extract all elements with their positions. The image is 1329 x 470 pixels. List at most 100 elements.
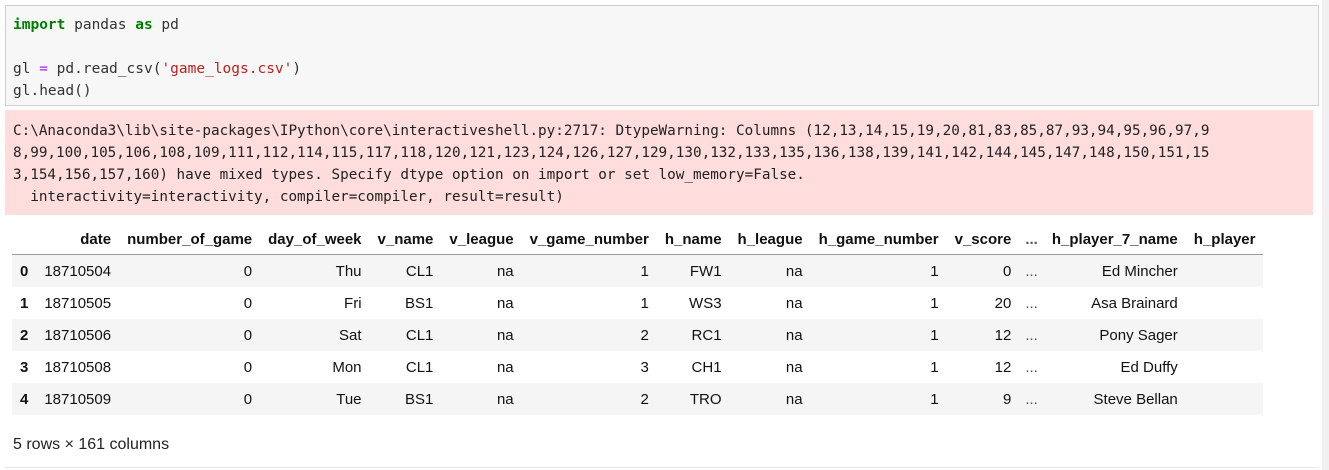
table-row: 4 18710509 0 Tue BS1 na 2 TRO na 1 9 ...… [12,383,1264,415]
table-cell: Ed Duffy [1120,358,1178,376]
column-header-ellipsis: ... [1019,224,1044,255]
table-cell: Asa Brainard [1091,294,1178,312]
table-cell: na [785,294,803,312]
dtype-warning-output: C:\Anaconda3\lib\site-packages\IPython\c… [5,110,1313,215]
table-cell: 1 [930,358,939,376]
table-cell: na [496,326,514,344]
table-cell: BS1 [405,390,434,408]
table-cell: CH1 [691,358,722,376]
vertical-scrollbar[interactable] [1322,0,1329,470]
table-cell: na [785,326,803,344]
dataframe-output: date number_of_game day_of_week v_name v… [12,224,1313,416]
table-cell: WS3 [689,294,722,312]
column-header: v_name [369,224,442,255]
table-cell: 1 [640,262,649,280]
table-cell [1186,319,1264,351]
table-header-row: date number_of_game day_of_week v_name v… [12,224,1264,255]
table-cell: 1 [930,262,939,280]
index-header [12,224,37,255]
table-cell: 18710504 [44,262,112,280]
column-header: v_league [441,224,522,255]
table-cell: Fri [344,294,362,312]
table-cell-ellipsis: ... [1025,326,1038,344]
table-cell: 1 [930,390,939,408]
table-cell: 0 [243,390,253,408]
table-cell: na [496,294,514,312]
table-cell: 18710505 [44,294,112,312]
table-cell: na [785,262,803,280]
table-cell: RC1 [691,326,722,344]
warning-line: interactivity=interactivity, compiler=co… [13,189,564,205]
column-header: date [36,224,120,255]
table-cell: 1 [640,294,649,312]
column-header: h_player [1185,224,1264,255]
warning-line: 8,99,100,105,106,108,109,111,112,114,115… [13,145,1210,161]
table-row: 0 18710504 0 Thu CL1 na 1 FW1 na 1 0 ...… [12,254,1264,288]
table-cell: 0 [243,358,253,376]
column-header: v_game_number [521,224,657,255]
table-cell [1186,383,1264,415]
table-cell [1186,351,1264,383]
dataframe-table: date number_of_game day_of_week v_name v… [12,224,1264,415]
table-cell: 1 [930,326,939,344]
table-cell: Tue [336,390,362,408]
table-cell: CL1 [405,262,434,280]
table-cell: 18710508 [44,358,112,376]
table-cell [1186,255,1264,288]
table-cell-ellipsis: ... [1025,294,1038,312]
table-cell: CL1 [405,326,434,344]
table-cell: Ed Mincher [1101,262,1178,280]
table-cell: Steve Bellan [1093,390,1178,408]
table-cell: na [496,262,514,280]
table-cell: na [785,358,803,376]
table-cell: 3 [640,358,649,376]
table-cell: na [496,390,514,408]
table-cell: 0 [243,326,253,344]
table-cell: Pony Sager [1099,326,1178,344]
warning-line: C:\Anaconda3\lib\site-packages\IPython\c… [13,123,1210,139]
table-cell: 1 [930,294,939,312]
code-line-head: gl.head() [13,83,92,99]
table-cell: 9 [1003,390,1012,408]
table-cell: 20 [994,294,1012,312]
table-cell: 0 [243,262,253,280]
table-cell: Mon [332,358,362,376]
column-header: h_player_7_name [1043,224,1186,255]
warning-line: 3,154,156,157,160) have mixed types. Spe… [13,167,805,183]
code-line-import: import pandas as pd [13,17,179,33]
table-cell: FW1 [689,262,722,280]
column-header: h_game_number [810,224,947,255]
table-row: 1 18710505 0 Fri BS1 na 1 WS3 na 1 20 ..… [12,287,1263,319]
table-cell-ellipsis: ... [1025,390,1038,408]
table-cell: Sat [339,326,362,344]
table-cell: 12 [994,326,1012,344]
table-cell: 0 [243,294,253,312]
row-index: 0 [20,262,29,280]
column-header: h_name [656,224,730,255]
column-header: day_of_week [260,224,370,255]
row-index: 1 [20,294,29,312]
table-cell-ellipsis: ... [1025,262,1038,280]
table-row: 3 18710508 0 Mon CL1 na 3 CH1 na 1 12 ..… [12,351,1263,383]
table-cell: 0 [1003,262,1012,280]
table-cell-ellipsis: ... [1025,358,1038,376]
table-cell: BS1 [405,294,434,312]
table-cell: 2 [640,326,649,344]
table-cell: 2 [640,390,649,408]
table-cell [1186,287,1264,319]
row-index: 4 [20,390,29,408]
table-cell: 12 [994,358,1012,376]
table-cell: na [785,390,803,408]
dataframe-shape-summary: 5 rows × 161 columns [13,436,170,453]
code-line-read-csv: gl = pd.read_csv('game_logs.csv') [13,61,302,77]
cell-divider [5,467,1319,468]
table-row: 2 18710506 0 Sat CL1 na 2 RC1 na 1 12 ..… [12,319,1264,351]
table-cell: 18710506 [44,326,112,344]
row-index: 2 [20,326,29,344]
table-cell: TRO [689,390,722,408]
column-header: number_of_game [119,224,261,255]
column-header: h_league [729,224,811,255]
table-cell: 18710509 [44,390,112,408]
row-index: 3 [20,358,29,376]
code-cell-input[interactable]: import pandas as pd gl = pd.read_csv('ga… [5,5,1319,106]
